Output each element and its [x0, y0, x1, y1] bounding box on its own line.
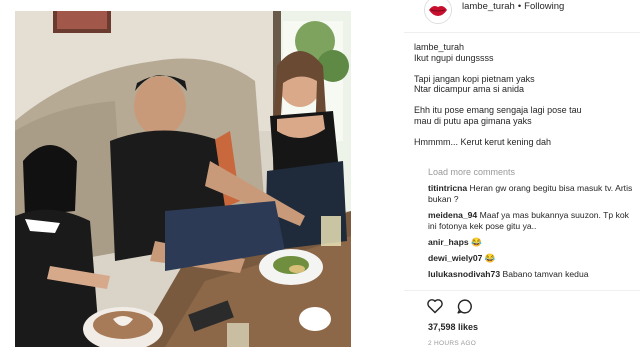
caption-line	[414, 63, 636, 74]
post-side-panel: lambe_turah • Following lambe_turah Ikut n…	[404, 0, 640, 360]
load-more-comments-link[interactable]: Load more comments	[428, 167, 515, 177]
likes-count[interactable]: 37,598 likes	[428, 322, 478, 332]
caption-line: Ntar dicampur ama si anida	[414, 84, 525, 94]
header-divider	[404, 32, 640, 33]
avatar[interactable]	[424, 0, 452, 24]
comment-username[interactable]: meidena_94	[428, 210, 477, 220]
cafe-scene-image	[15, 11, 351, 347]
comment-item: meidena_94 Maaf ya mas bukannya suuzon. …	[428, 210, 636, 232]
caption-line: mau di putu apa gimana yaks	[414, 115, 532, 126]
following-button[interactable]: Following	[524, 1, 564, 12]
lips-logo-icon	[425, 0, 451, 23]
caption-line	[414, 95, 636, 106]
header-separator: •	[517, 1, 522, 12]
post-header: lambe_turah • Following	[404, 0, 640, 26]
comment-username[interactable]: dewi_wiely07	[428, 253, 482, 263]
post-timestamp: 2 HOURS AGO	[428, 340, 477, 347]
actions-divider	[404, 290, 640, 291]
speech-bubble-icon[interactable]	[456, 298, 473, 320]
comment-item: anir_haps 😂	[428, 237, 636, 248]
post-media-area	[0, 0, 404, 360]
caption-line	[414, 126, 636, 137]
comments-list: titintricna Heran gw orang begitu bisa m…	[428, 183, 636, 285]
comment-text: 😂	[471, 237, 482, 247]
comment-item: lulukasnodivah73 Babano tamvan kedua	[428, 269, 636, 280]
caption-line: Ehh itu pose emang sengaja lagi pose tau	[414, 105, 582, 115]
post-caption: lambe_turah Ikut ngupi dungssss Tapi jan…	[414, 42, 636, 147]
caption-line: Hmmmm... Kerut kerut kening dah	[414, 136, 552, 147]
header-username-link[interactable]: lambe_turah	[462, 1, 515, 12]
comment-username[interactable]: lulukasnodivah73	[428, 269, 500, 279]
comment-item: titintricna Heran gw orang begitu bisa m…	[428, 183, 636, 205]
caption-line: Tapi jangan kopi pietnam yaks	[414, 73, 535, 84]
post-photo[interactable]	[15, 11, 351, 347]
caption-line: Ikut ngupi dungssss	[414, 52, 494, 63]
comment-text: Babano tamvan kedua	[502, 269, 589, 279]
comment-item: dewi_wiely07 😂	[428, 253, 636, 264]
comment-username[interactable]: titintricna	[428, 183, 467, 193]
caption-username[interactable]: lambe_turah	[414, 42, 636, 53]
comment-username[interactable]: anir_haps	[428, 237, 469, 247]
heart-outline-icon[interactable]	[426, 298, 444, 319]
comment-text: 😂	[484, 253, 496, 263]
